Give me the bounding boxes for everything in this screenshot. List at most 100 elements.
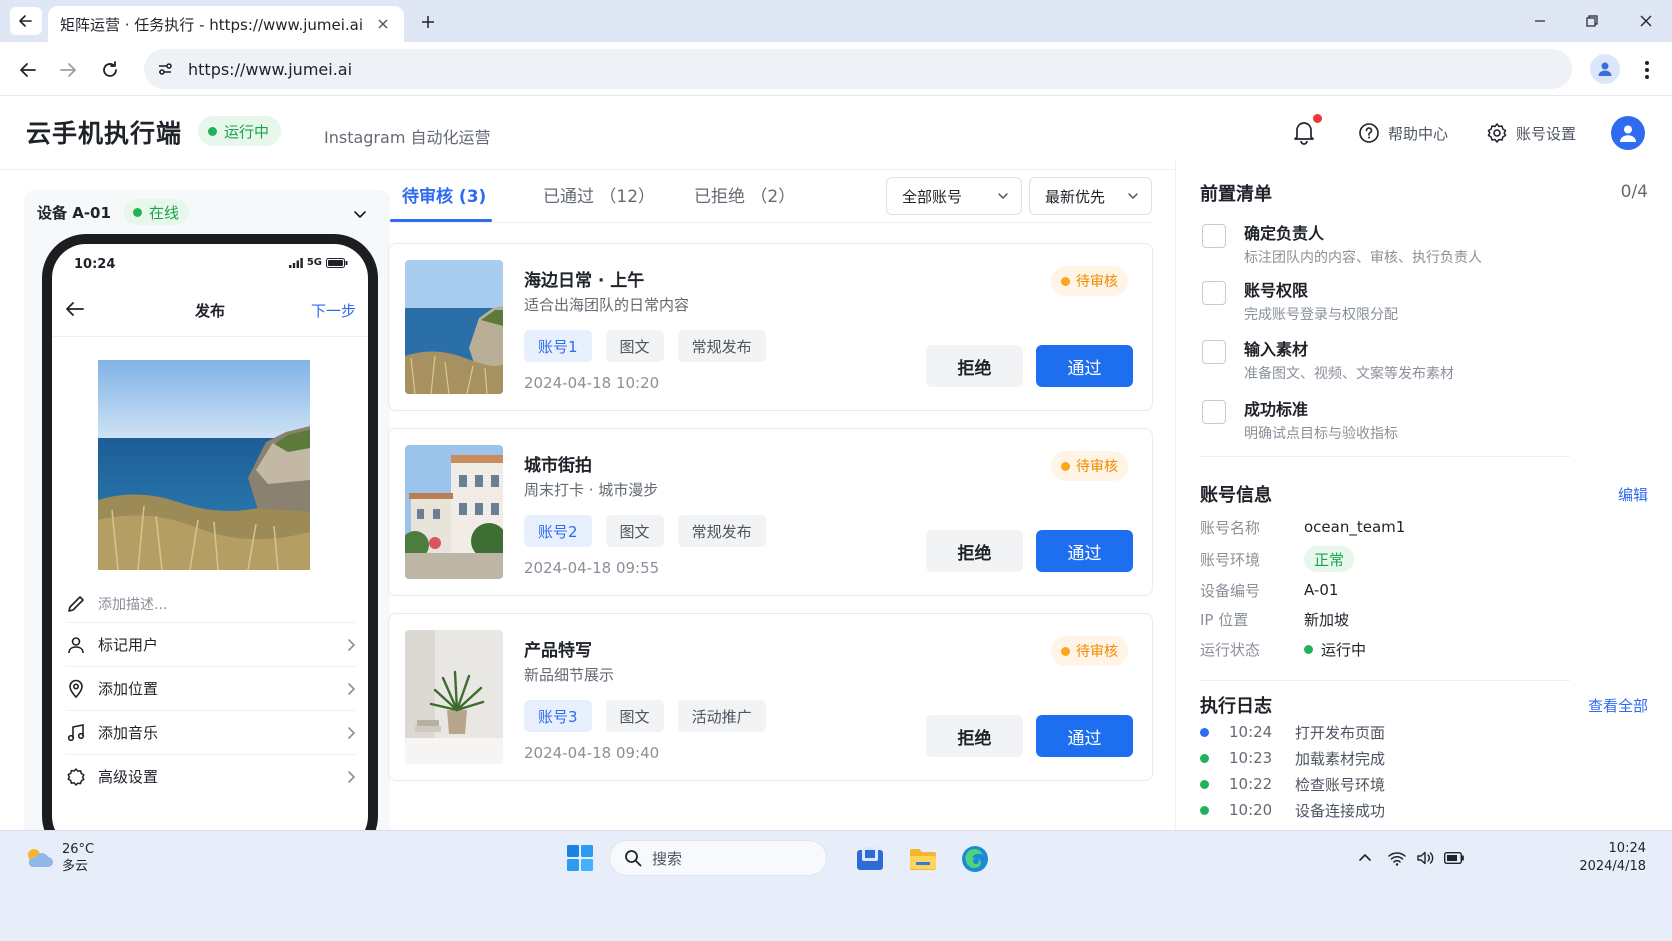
approve-button[interactable]: 通过 xyxy=(1036,715,1133,757)
tray-overflow-button[interactable] xyxy=(1354,847,1376,869)
edit-account-link[interactable]: 编辑 xyxy=(1618,484,1648,505)
run-status-text: 运行中 xyxy=(224,122,270,141)
location-icon xyxy=(69,679,83,698)
browser-tab[interactable]: 矩阵运营 · 任务执行 - https://www.jumei.ai xyxy=(48,6,404,42)
taskbar-app-edge[interactable] xyxy=(959,843,991,875)
type-tag: 图文 xyxy=(605,700,664,732)
checklist-item-desc: 明确试点目标与验收指标 xyxy=(1244,426,1398,442)
taskbar-search[interactable]: 搜索 xyxy=(609,840,827,876)
reject-button[interactable]: 拒绝 xyxy=(926,715,1023,757)
divider xyxy=(1200,680,1570,681)
reject-button[interactable]: 拒绝 xyxy=(926,530,1023,572)
info-key: IP 位置 xyxy=(1200,610,1249,629)
chevron-down-icon xyxy=(1128,193,1138,200)
info-key: 账号名称 xyxy=(1200,518,1261,537)
music-icon xyxy=(67,723,85,741)
log-time: 10:23 xyxy=(1229,749,1273,767)
bell-icon[interactable] xyxy=(1290,118,1318,146)
weather-condition: 多云 xyxy=(62,859,89,874)
phone-row-label: 标记用户 xyxy=(98,636,159,654)
checklist-item-title: 输入素材 xyxy=(1244,340,1309,359)
browser-menu-button[interactable] xyxy=(1636,56,1658,84)
description-placeholder: 添加描述... xyxy=(98,597,168,613)
checkbox[interactable] xyxy=(1202,340,1226,364)
view-all-logs-link[interactable]: 查看全部 xyxy=(1588,695,1648,716)
phone-row-add-location[interactable]: 添加位置 xyxy=(66,666,356,710)
post-thumbnail xyxy=(405,260,503,394)
tray-battery[interactable] xyxy=(1443,847,1465,869)
gear-icon xyxy=(67,767,85,786)
more-vertical-icon xyxy=(1645,61,1649,79)
phone-status-icons: 5G xyxy=(288,257,348,268)
approve-button[interactable]: 通过 xyxy=(1036,345,1133,387)
checklist-item-desc: 完成账号登录与权限分配 xyxy=(1244,307,1398,323)
address-bar[interactable]: https://www.jumei.ai xyxy=(144,49,1572,89)
site-settings-icon[interactable] xyxy=(156,60,174,78)
tab-approved[interactable]: 已通过 （12） xyxy=(543,182,655,207)
card-time: 2024-04-18 09:55 xyxy=(524,559,660,577)
type-tag: 图文 xyxy=(605,515,664,547)
phone-row-advanced-settings[interactable]: 高级设置 xyxy=(66,754,356,798)
back-button[interactable] xyxy=(14,56,42,84)
close-icon xyxy=(1640,15,1652,27)
chevron-right-icon xyxy=(348,726,356,739)
card-title: 产品特写 xyxy=(524,641,592,661)
card-subtitle: 新品细节展示 xyxy=(524,666,615,684)
new-tab-button[interactable] xyxy=(416,10,440,34)
restore-button[interactable] xyxy=(1572,8,1612,34)
chevron-down-icon xyxy=(354,211,366,218)
edge-browser-icon xyxy=(962,846,988,872)
log-time: 10:20 xyxy=(1229,801,1273,819)
minimize-icon xyxy=(1535,20,1545,22)
logs-title: 执行日志 xyxy=(1200,696,1272,717)
device-dropdown-toggle[interactable] xyxy=(350,204,370,224)
network-type: 5G xyxy=(306,257,322,268)
info-value: ocean_team1 xyxy=(1304,518,1406,536)
avatar[interactable] xyxy=(1611,116,1645,150)
add-description-input[interactable]: 添加描述... xyxy=(66,584,356,624)
taskbar-app-widgets[interactable] xyxy=(854,843,886,875)
reload-button[interactable] xyxy=(96,56,124,84)
log-item: 10:20 设备连接成功 xyxy=(1200,799,1570,821)
checkbox[interactable] xyxy=(1202,224,1226,248)
phone-row-add-music[interactable]: 添加音乐 xyxy=(66,710,356,754)
tab-pending[interactable]: 待审核 (3) xyxy=(402,182,486,207)
taskbar-clock[interactable]: 10:24 2024/4/18 xyxy=(1579,840,1646,876)
status-dot xyxy=(133,207,142,217)
env-status-badge: 正常 xyxy=(1304,546,1355,572)
account-settings-link[interactable]: 账号设置 xyxy=(1486,120,1576,146)
info-row: 运行状态 运行中 xyxy=(1200,636,1570,662)
page-subtitle: Instagram 自动化运营 xyxy=(324,128,491,147)
help-center-link[interactable]: 帮助中心 xyxy=(1358,120,1448,146)
approve-button[interactable]: 通过 xyxy=(1036,530,1133,572)
sort-select[interactable]: 最新优先 xyxy=(1029,177,1152,215)
profile-button[interactable] xyxy=(1590,54,1620,84)
checkbox[interactable] xyxy=(1202,281,1226,305)
close-window-button[interactable] xyxy=(1626,8,1666,34)
reject-button[interactable]: 拒绝 xyxy=(926,345,1023,387)
phone-next-button[interactable]: 下一步 xyxy=(311,300,356,321)
device-status-text: 在线 xyxy=(149,203,180,222)
windows-start-icon[interactable] xyxy=(566,844,594,872)
battery-icon xyxy=(326,257,348,268)
tray-volume[interactable] xyxy=(1414,847,1436,869)
account-filter-select[interactable]: 全部账号 xyxy=(886,177,1022,215)
weather-widget[interactable]: 26°C 多云 xyxy=(24,841,94,875)
phone-row-tag-users[interactable]: 标记用户 xyxy=(66,622,356,666)
taskbar-app-explorer[interactable] xyxy=(907,843,939,875)
tab-back-button[interactable] xyxy=(10,7,42,35)
chevron-right-icon xyxy=(348,638,356,651)
page-title: 云手机执行端 xyxy=(26,119,183,148)
tab-close-button[interactable] xyxy=(374,15,392,33)
chevron-right-icon xyxy=(348,770,356,783)
type-tag: 图文 xyxy=(605,330,664,362)
tray-wifi[interactable] xyxy=(1386,847,1408,869)
forward-button[interactable] xyxy=(54,56,82,84)
chevron-up-icon xyxy=(1359,853,1371,861)
checkbox[interactable] xyxy=(1202,400,1226,424)
log-time: 10:24 xyxy=(1229,723,1273,741)
tab-rejected[interactable]: 已拒绝 （2） xyxy=(694,182,795,207)
chevron-right-icon xyxy=(348,682,356,695)
minimize-button[interactable] xyxy=(1520,8,1560,34)
checklist-item-title: 账号权限 xyxy=(1244,281,1309,300)
